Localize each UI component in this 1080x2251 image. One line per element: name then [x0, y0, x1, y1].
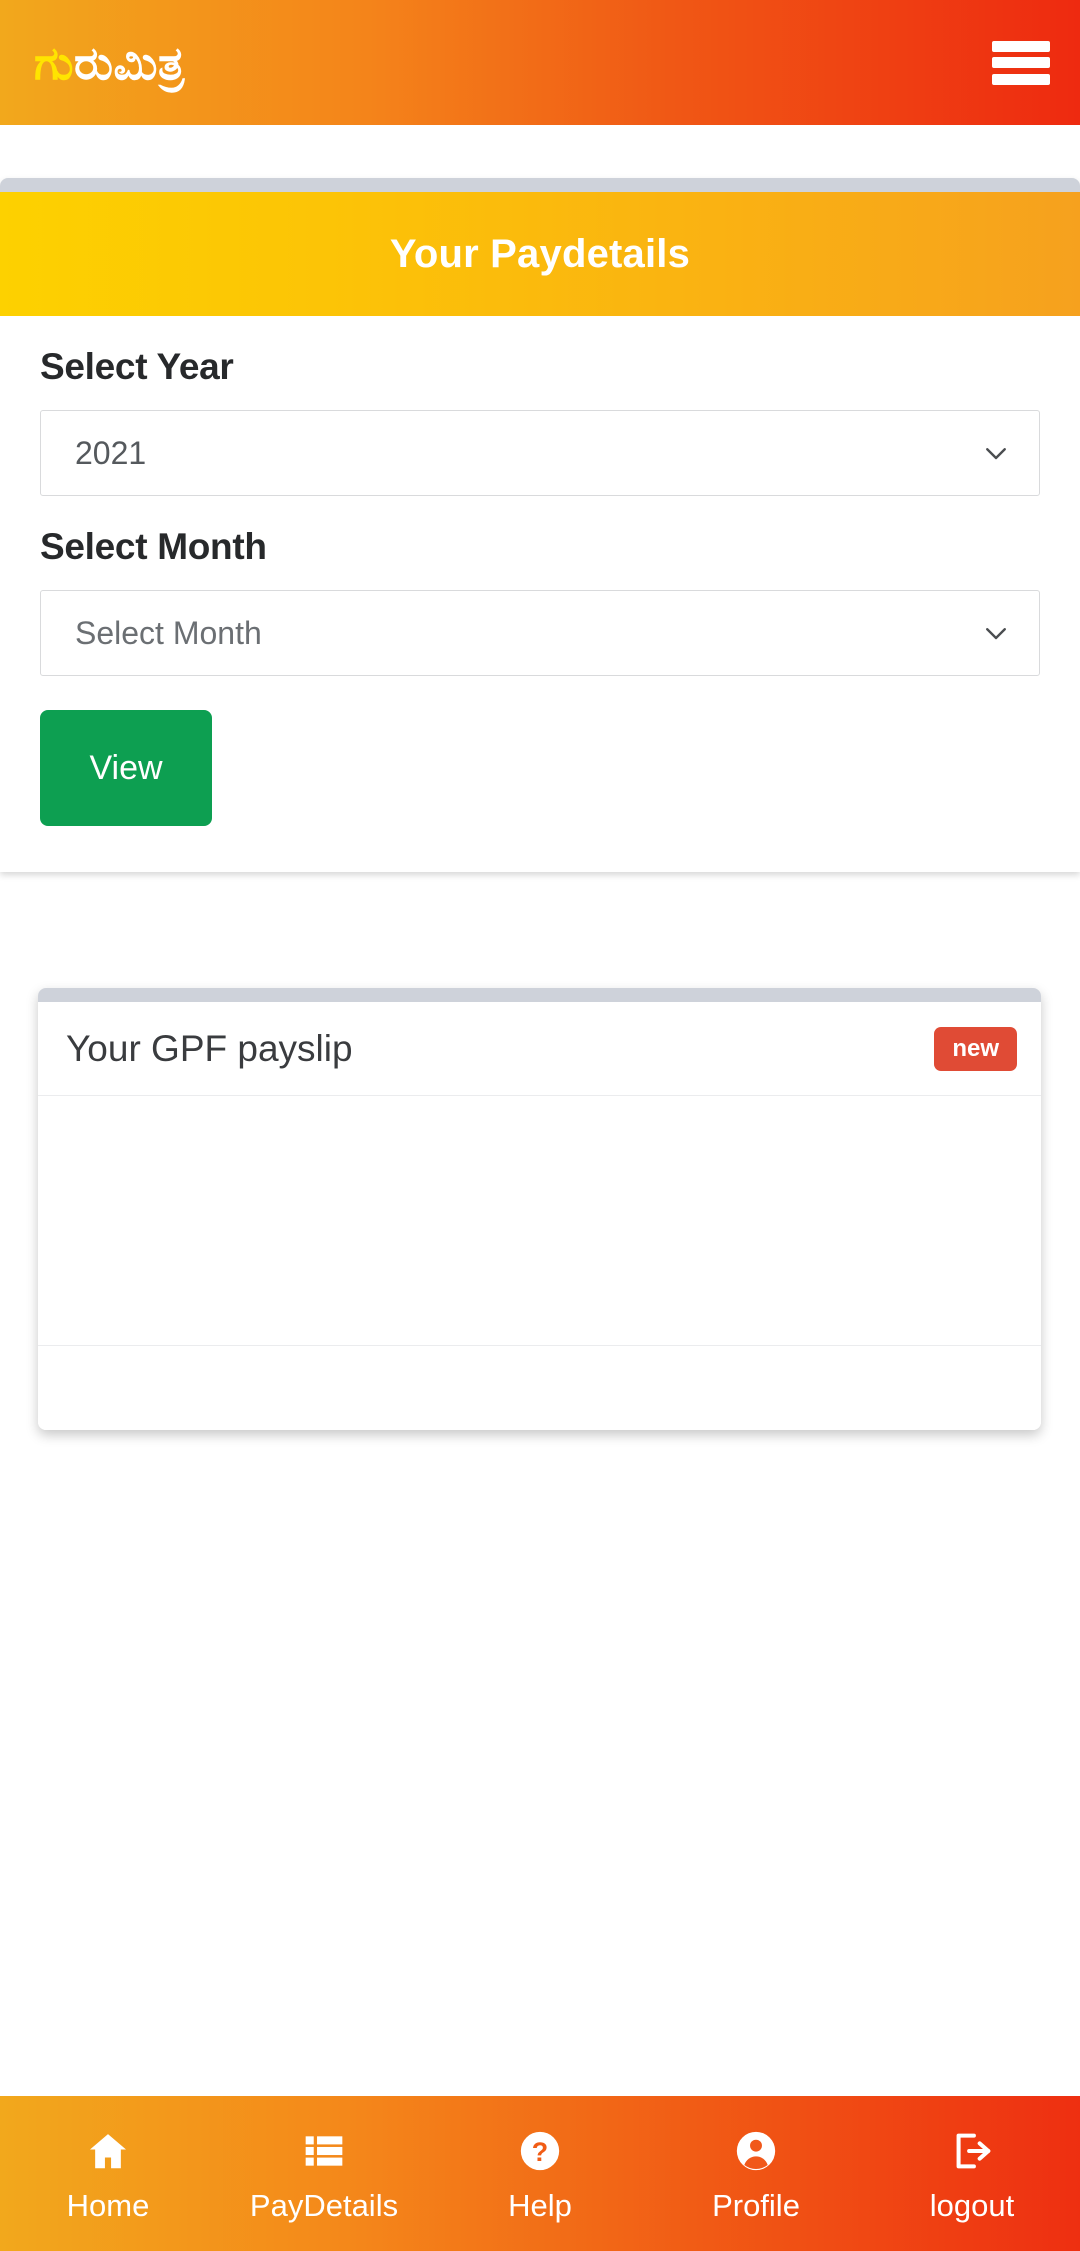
question-circle-icon: ? [515, 2126, 565, 2176]
nav-item-home[interactable]: Home [0, 2096, 216, 2251]
nav-label-paydetails: PayDetails [249, 2188, 399, 2223]
app-logo: ಗುರುಮಿತ್ರ [34, 40, 185, 86]
nav-label-logout: logout [929, 2188, 1015, 2223]
status-badge: new [934, 1026, 1017, 1071]
svg-text:?: ? [532, 2137, 548, 2167]
list-icon [299, 2126, 349, 2176]
card-top-strip [38, 988, 1041, 1002]
logo-text-secondary: ರುಮಿತ್ರ [74, 36, 185, 89]
select-year-dropdown[interactable]: 2021 [40, 410, 1040, 496]
nav-item-help[interactable]: ? Help [432, 2096, 648, 2251]
card-top-strip [0, 178, 1080, 192]
field-spacer [40, 496, 1040, 526]
nav-item-paydetails[interactable]: PayDetails [216, 2096, 432, 2251]
hamburger-bar-2 [992, 57, 1050, 68]
paydetails-card-body: Select Year 2021 Select Month Select Mon… [0, 316, 1080, 872]
home-icon [83, 2126, 133, 2176]
nav-label-home: Home [66, 2188, 150, 2223]
paydetails-card-header: Your Paydetails [0, 192, 1080, 316]
select-year-value: 2021 [75, 434, 147, 471]
select-month-label: Select Month [40, 526, 267, 567]
page-title: Your Paydetails [389, 231, 691, 276]
logout-icon [947, 2126, 997, 2176]
chevron-down-icon [981, 618, 1011, 648]
gpf-payslip-card: Your GPF payslip new [38, 988, 1041, 1430]
select-month-dropdown[interactable]: Select Month [40, 590, 1040, 676]
select-month-value: Select Month [75, 614, 262, 651]
hamburger-bar-1 [992, 40, 1050, 52]
gpf-payslip-body [38, 1096, 1041, 1346]
nav-label-help: Help [508, 2188, 572, 2223]
gpf-payslip-header[interactable]: Your GPF payslip new [38, 1002, 1041, 1096]
app-screen: ಗುರುಮಿತ್ರ Your Paydetails Select Year 20… [0, 0, 1080, 2251]
nav-item-logout[interactable]: logout [864, 2096, 1080, 2251]
hamburger-menu-icon[interactable] [992, 40, 1050, 85]
hamburger-bar-3 [992, 73, 1050, 85]
bottom-navigation-bar: Home PayDetails ? Help Profile logout [0, 2096, 1080, 2251]
nav-item-profile[interactable]: Profile [648, 2096, 864, 2251]
chevron-down-icon [981, 438, 1011, 468]
gpf-payslip-title: Your GPF payslip [66, 1027, 353, 1069]
select-year-label: Select Year [40, 346, 234, 387]
logo-text-primary: ಗು [34, 36, 75, 89]
app-header: ಗುರುಮಿತ್ರ [0, 0, 1080, 125]
user-circle-icon [731, 2126, 781, 2176]
paydetails-card: Your Paydetails Select Year 2021 Select … [0, 178, 1080, 872]
nav-label-profile: Profile [712, 2188, 800, 2223]
view-button[interactable]: View [40, 710, 212, 826]
gpf-payslip-footer [38, 1346, 1041, 1430]
